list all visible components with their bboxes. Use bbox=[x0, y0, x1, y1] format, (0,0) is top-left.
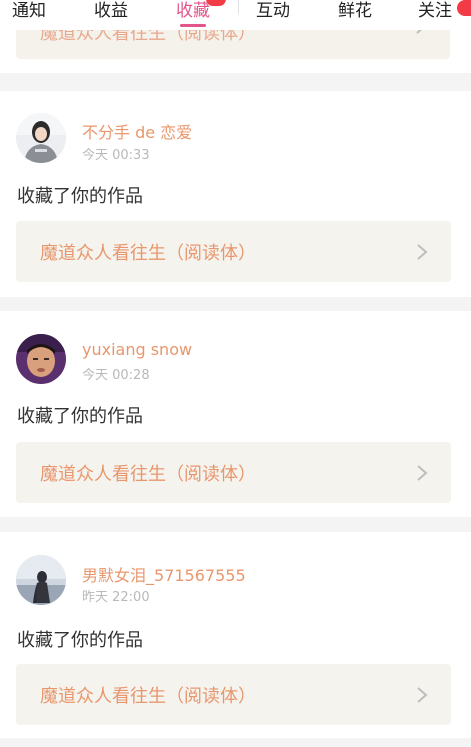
timestamp: 今天 00:33 bbox=[82, 148, 150, 163]
tab-interactions[interactable]: 互动 bbox=[256, 0, 290, 22]
tab-bar: 通知 收益 收藏 互动 鲜花 关注 bbox=[0, 0, 471, 30]
tab-favorites[interactable]: 收藏 bbox=[176, 0, 210, 22]
timestamp: 今天 00:28 bbox=[82, 368, 150, 383]
avatar[interactable] bbox=[16, 555, 66, 605]
notification-item: 不分手 de 恋爱 今天 00:33 收藏了你的作品 魔道众人看往生（阅读体） bbox=[0, 91, 471, 297]
action-text: 收藏了你的作品 bbox=[17, 630, 143, 651]
user-name[interactable]: yuxiang snow bbox=[82, 340, 192, 359]
action-text: 收藏了你的作品 bbox=[17, 406, 143, 427]
unread-badge bbox=[206, 0, 226, 6]
work-link[interactable]: 魔道众人看往生（阅读体） bbox=[16, 221, 451, 282]
user-avatar-girl-icon bbox=[16, 113, 66, 163]
chevron-right-icon bbox=[417, 244, 428, 260]
tab-following[interactable]: 关注 bbox=[418, 0, 452, 22]
unread-badge bbox=[457, 0, 471, 16]
chevron-right-icon bbox=[417, 687, 428, 703]
work-title: 魔道众人看往生（阅读体） bbox=[40, 464, 256, 485]
work-link[interactable]: 魔道众人看往生（阅读体） bbox=[16, 664, 451, 725]
timestamp: 昨天 22:00 bbox=[82, 590, 150, 605]
notification-list: 魔道众人看往生（阅读体） 不分手 de 恋爱 今天 00:33 收藏了你的作品 … bbox=[0, 0, 471, 747]
work-link[interactable]: 魔道众人看往生（阅读体） bbox=[16, 442, 451, 503]
avatar[interactable] bbox=[16, 113, 66, 163]
tab-earnings[interactable]: 收益 bbox=[94, 0, 128, 22]
active-tab-indicator bbox=[180, 24, 206, 27]
user-avatar-silhouette-icon bbox=[16, 555, 66, 605]
user-name[interactable]: 男默女泪_571567555 bbox=[82, 562, 246, 586]
user-avatar-boy-icon bbox=[16, 334, 66, 384]
notification-item: 男默女泪_571567555 昨天 22:00 收藏了你的作品 魔道众人看往生（… bbox=[0, 532, 471, 738]
chevron-right-icon bbox=[417, 465, 428, 481]
tab-flowers[interactable]: 鲜花 bbox=[338, 0, 372, 22]
action-text: 收藏了你的作品 bbox=[17, 186, 143, 207]
notification-item: yuxiang snow 今天 00:28 收藏了你的作品 魔道众人看往生（阅读… bbox=[0, 311, 471, 517]
work-title: 魔道众人看往生（阅读体） bbox=[40, 686, 256, 707]
avatar[interactable] bbox=[16, 334, 66, 384]
work-title: 魔道众人看往生（阅读体） bbox=[40, 243, 256, 264]
tab-notifications[interactable]: 通知 bbox=[12, 0, 46, 22]
user-name[interactable]: 不分手 de 恋爱 bbox=[82, 119, 192, 143]
divider bbox=[238, 0, 239, 14]
